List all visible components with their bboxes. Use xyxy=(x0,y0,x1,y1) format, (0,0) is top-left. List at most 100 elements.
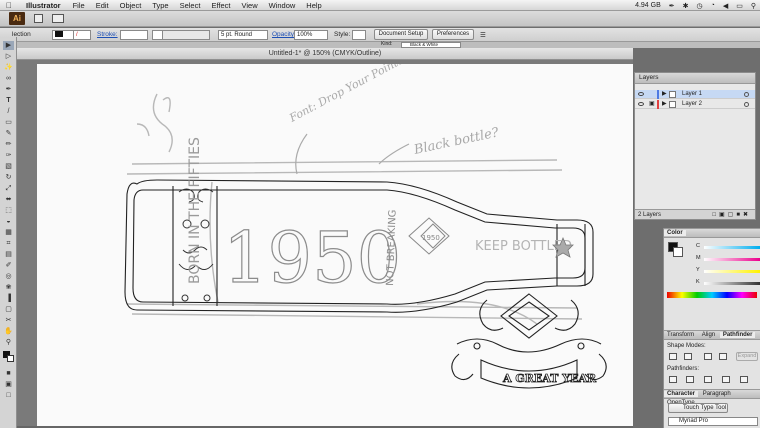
layer-row[interactable]: ▶ Layer 1 xyxy=(635,90,755,99)
bridge-icon[interactable] xyxy=(34,14,43,23)
menu-object[interactable]: Object xyxy=(120,1,142,10)
expand-arrow-icon[interactable]: ▶ xyxy=(662,100,667,109)
crop-icon[interactable] xyxy=(722,376,730,383)
lasso-tool-icon[interactable]: ∞ xyxy=(3,74,14,83)
cyan-slider[interactable]: C xyxy=(690,243,760,251)
color-spectrum[interactable] xyxy=(667,292,757,298)
mesh-tool-icon[interactable]: ⌗ xyxy=(3,239,14,248)
width-tool-icon[interactable]: ⬌ xyxy=(3,195,14,204)
symbol-sprayer-tool-icon[interactable]: ❀ xyxy=(3,283,14,292)
layer-row[interactable]: ▣ ▶ Layer 2 xyxy=(635,100,755,109)
stroke-weight-field[interactable] xyxy=(120,30,148,40)
magic-wand-tool-icon[interactable]: ✨ xyxy=(3,63,14,72)
expand-arrow-icon[interactable]: ▶ xyxy=(662,90,667,99)
gradient-tool-icon[interactable]: ▤ xyxy=(3,250,14,259)
rectangle-tool-icon[interactable]: ▭ xyxy=(3,118,14,127)
sketch-artwork[interactable]: Font: Drop Your Pointer Black bottle? BO… xyxy=(37,64,633,428)
opacity-label[interactable]: Opacity: xyxy=(272,31,296,38)
shape-builder-tool-icon[interactable]: ◒ xyxy=(3,217,14,226)
color-mode-icon[interactable]: ■ xyxy=(3,369,14,378)
minus-front-icon[interactable] xyxy=(684,353,692,360)
canvas[interactable]: Font: Drop Your Pointer Black bottle? BO… xyxy=(17,60,633,428)
tab-pathfinder[interactable]: Pathfinder xyxy=(719,332,756,338)
free-transform-tool-icon[interactable]: ⬚ xyxy=(3,206,14,215)
drawing-mode-icon[interactable]: ▣ xyxy=(3,380,14,389)
graph-tool-icon[interactable]: ▐ xyxy=(3,294,14,303)
menu-help[interactable]: Help xyxy=(306,1,321,10)
touch-type-tool-button[interactable]: Touch Type Tool xyxy=(668,403,728,413)
battery-icon[interactable]: ▭ xyxy=(736,2,743,10)
tab-color[interactable]: Color xyxy=(664,230,686,236)
intersect-icon[interactable] xyxy=(704,353,712,360)
stroke-color-icon[interactable] xyxy=(7,355,14,362)
visibility-eye-icon[interactable] xyxy=(638,92,644,96)
hand-tool-icon[interactable]: ✋ xyxy=(3,327,14,336)
layer-name[interactable]: Layer 1 xyxy=(682,90,702,99)
document-setup-button[interactable]: Document Setup xyxy=(374,29,428,40)
trim-icon[interactable] xyxy=(686,376,694,383)
merge-icon[interactable] xyxy=(704,376,712,383)
profile-field[interactable] xyxy=(162,30,210,40)
tab-transform[interactable]: Transform xyxy=(664,332,697,338)
pen-tool-icon[interactable]: ✒ xyxy=(3,85,14,94)
zoom-tool-icon[interactable]: ⚲ xyxy=(3,338,14,347)
layer-name[interactable]: Layer 2 xyxy=(682,100,702,109)
yellow-slider[interactable]: Y xyxy=(690,267,760,275)
artboard-tool-icon[interactable]: ▢ xyxy=(3,305,14,314)
tab-character[interactable]: Character xyxy=(664,391,699,397)
tab-paragraph[interactable]: Paragraph xyxy=(700,391,734,397)
scale-tool-icon[interactable]: ⤢ xyxy=(3,184,14,193)
pin-icon[interactable]: ✒ xyxy=(669,2,675,10)
app-menu[interactable]: Illustrator xyxy=(26,1,61,10)
stroke-swatch[interactable]: / xyxy=(73,30,91,40)
menu-edit[interactable]: Edit xyxy=(96,1,109,10)
timemachine-icon[interactable]: ◷ xyxy=(697,2,703,10)
wifi-icon[interactable]: ◔ xyxy=(711,2,715,9)
visibility-eye-icon[interactable] xyxy=(638,102,644,106)
black-slider[interactable]: K xyxy=(690,279,760,287)
menu-select[interactable]: Select xyxy=(180,1,201,10)
pencil-tool-icon[interactable]: ✏ xyxy=(3,140,14,149)
apple-icon[interactable]:  xyxy=(6,1,18,10)
screen-mode-icon[interactable]: □ xyxy=(3,391,14,400)
lock-icon[interactable]: ▣ xyxy=(649,101,655,107)
rotate-tool-icon[interactable]: ↻ xyxy=(3,173,14,182)
divide-icon[interactable] xyxy=(669,376,677,383)
direct-selection-tool-icon[interactable]: ▷ xyxy=(3,52,14,61)
eraser-tool-icon[interactable]: ▧ xyxy=(3,162,14,171)
type-tool-icon[interactable]: T xyxy=(3,96,14,105)
brush-field[interactable]: 5 pt. Round xyxy=(218,30,268,40)
menu-file[interactable]: File xyxy=(73,1,85,10)
paintbrush-tool-icon[interactable]: ✎ xyxy=(3,129,14,138)
exclude-icon[interactable] xyxy=(719,353,727,360)
layers-tab[interactable]: Layers xyxy=(635,73,755,84)
arrange-icon[interactable]: ☰ xyxy=(480,31,486,39)
eyedropper-tool-icon[interactable]: ✐ xyxy=(3,261,14,270)
spotlight-icon[interactable]: ⚲ xyxy=(751,2,756,10)
style-field[interactable] xyxy=(352,30,366,40)
blend-tool-icon[interactable]: ◎ xyxy=(3,272,14,281)
blob-brush-tool-icon[interactable]: ✑ xyxy=(3,151,14,160)
menu-view[interactable]: View xyxy=(241,1,257,10)
unite-icon[interactable] xyxy=(669,353,677,360)
bluetooth-icon[interactable]: ✱ xyxy=(683,2,689,10)
font-family-field[interactable]: Myriad Pro xyxy=(668,417,758,426)
line-tool-icon[interactable]: / xyxy=(3,107,14,116)
menu-window[interactable]: Window xyxy=(269,1,296,10)
artboard[interactable]: Font: Drop Your Pointer Black bottle? BO… xyxy=(37,64,633,428)
target-circle-icon[interactable] xyxy=(744,102,749,107)
target-circle-icon[interactable] xyxy=(744,92,749,97)
slice-tool-icon[interactable]: ✂ xyxy=(3,316,14,325)
volume-icon[interactable]: ◀ xyxy=(723,2,728,10)
menu-type[interactable]: Type xyxy=(152,1,168,10)
selection-tool-icon[interactable]: ▶ xyxy=(3,41,14,50)
perspective-grid-tool-icon[interactable]: ▦ xyxy=(3,228,14,237)
opacity-field[interactable]: 100% xyxy=(294,30,328,40)
magenta-slider[interactable]: M xyxy=(690,255,760,263)
layer-actions-icons[interactable]: □▣▢■✖ xyxy=(712,210,751,220)
preferences-button[interactable]: Preferences xyxy=(432,29,474,40)
stroke-label[interactable]: Stroke: xyxy=(97,31,118,38)
stroke-color-swatch[interactable] xyxy=(673,247,683,257)
menu-effect[interactable]: Effect xyxy=(211,1,230,10)
arrange-documents-icon[interactable] xyxy=(52,14,64,23)
